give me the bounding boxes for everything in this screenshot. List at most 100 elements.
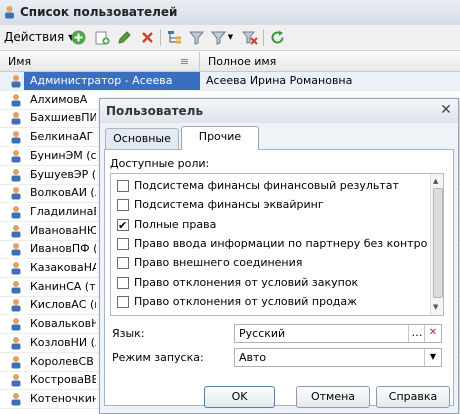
filter-icon (188, 31, 204, 45)
row-name: БахшиевПИ (30, 111, 96, 125)
user-icon (11, 318, 21, 331)
copy-icon (95, 31, 109, 44)
cancel-button[interactable]: Отмена (296, 386, 370, 408)
user-icon (11, 243, 21, 256)
role-label: Право внешнего соединения (134, 256, 303, 270)
role-item[interactable]: ✔ Полные права (117, 215, 427, 234)
clear-filter-button[interactable] (240, 28, 260, 46)
row-name: АлхимовА (30, 92, 88, 106)
row-name: КанинСА (то (30, 279, 96, 293)
toolbar: Действия▼ ▼ (0, 25, 460, 51)
checkmark-icon: ✔ (118, 218, 128, 232)
role-checkbox[interactable] (117, 257, 129, 270)
table-row-selected[interactable]: Администратор - Асеева Асеева Ирина Роман… (0, 72, 460, 91)
delete-x-icon (141, 31, 153, 43)
filter-icon (210, 31, 226, 45)
role-item[interactable]: Право отклонения от условий продаж (117, 292, 427, 311)
clear-icon[interactable]: ✕ (424, 325, 441, 342)
hierarchy-button[interactable] (164, 28, 184, 46)
sort-icon: ≡ (179, 55, 189, 68)
user-icon (11, 262, 21, 275)
row-name: КисловАС (к (30, 298, 96, 312)
user-icon (11, 149, 21, 163)
row-name: КоролевСВ ( (30, 354, 96, 368)
actions-menu-button[interactable]: Действия▼ (4, 28, 74, 46)
refresh-icon (271, 30, 284, 43)
role-label: Подсистема финансы финансовый результат (134, 179, 399, 192)
refresh-button[interactable] (267, 28, 287, 46)
row-name: БушуевЭР (р (30, 167, 96, 181)
role-checkbox[interactable] (117, 276, 129, 289)
user-icon (11, 93, 21, 107)
copy-button[interactable] (92, 28, 112, 46)
chevron-down-icon: ▼ (227, 33, 234, 41)
user-icon (11, 336, 21, 350)
actions-label: Действия (4, 30, 65, 44)
user-icon (11, 392, 21, 406)
role-label: Право отклонения от условий продаж (134, 294, 358, 308)
column-header-label: Полное имя (208, 55, 277, 68)
filter-button[interactable] (186, 28, 206, 46)
role-label: Право ввода информации по партнеру без к… (134, 236, 427, 250)
user-dialog: Пользователь ✕ Основные Прочие Доступные… (99, 98, 459, 414)
user-icon (11, 131, 21, 144)
chevron-down-icon[interactable]: ▼ (424, 349, 441, 366)
role-checkbox[interactable] (117, 315, 129, 316)
user-icon (11, 205, 21, 219)
mode-label: Режим запуска: (112, 351, 204, 364)
pencil-icon (117, 30, 131, 44)
user-icon (11, 299, 21, 312)
scroll-up-icon[interactable]: ▲ (433, 177, 438, 185)
role-label: Право установки цен номенклатуры без сог… (134, 311, 427, 315)
row-name: КозловНИ (л (30, 335, 96, 349)
row-name: ВолковАИ (л (30, 186, 96, 200)
add-icon (71, 30, 85, 44)
role-item[interactable]: Подсистема финансы эквайринг (117, 195, 427, 214)
user-icon (11, 280, 21, 294)
select-ellipsis-button[interactable]: … (408, 325, 425, 342)
role-item[interactable]: Право отклонения от условий закупок (117, 273, 427, 292)
role-label: Право отклонения от условий закупок (134, 275, 359, 289)
user-icon (11, 75, 21, 88)
mode-select[interactable]: Авто ▼ (234, 348, 442, 367)
row-name: ИвановПФ ( (30, 242, 96, 256)
role-item[interactable]: Подсистема финансы финансовый результат (117, 176, 427, 195)
column-header-fullname[interactable]: Полное имя (200, 52, 460, 71)
language-field[interactable]: Русский … ✕ (234, 324, 442, 343)
roles-scrollbar[interactable]: ▲ ▼ (430, 174, 443, 315)
delete-button[interactable] (137, 28, 157, 46)
mode-value: Авто (239, 351, 267, 364)
role-checkbox[interactable] (117, 295, 129, 308)
roles-list: Подсистема финансы финансовый результат П… (110, 173, 444, 316)
row-name: БелкинаАГ ( (30, 130, 96, 144)
row-fullname: Асеева Ирина Романовна (206, 74, 353, 87)
scroll-down-icon[interactable]: ▼ (433, 303, 438, 311)
filter-dropdown-button[interactable]: ▼ (208, 28, 236, 46)
role-item[interactable]: Право установки цен номенклатуры без сог… (117, 311, 427, 316)
role-checkbox[interactable] (117, 237, 129, 250)
role-label: Полные права (134, 217, 217, 231)
add-button[interactable] (68, 28, 88, 46)
toolbar-separator (160, 29, 161, 46)
scroll-thumb[interactable] (433, 188, 443, 298)
users-list-icon (5, 6, 14, 19)
role-checkbox[interactable]: ✔ (117, 218, 129, 232)
row-name: Администратор - Асеева (24, 72, 200, 90)
language-value: Русский (239, 327, 286, 340)
hierarchy-icon (167, 30, 181, 43)
user-icon (11, 168, 21, 181)
dialog-titlebar: Пользователь ✕ (100, 99, 458, 123)
table-header: Имя ≡ Полное имя (0, 52, 460, 72)
ok-button[interactable]: OK (204, 386, 275, 408)
role-item[interactable]: Право внешнего соединения (117, 253, 427, 272)
edit-button[interactable] (114, 28, 134, 46)
role-checkbox[interactable] (117, 199, 129, 212)
help-button[interactable]: Справка (376, 386, 450, 408)
tab-main[interactable]: Основные (105, 128, 179, 149)
row-name: ИвановаНЮ (30, 223, 96, 237)
tab-other[interactable]: Прочие (181, 126, 259, 150)
column-header-name[interactable]: Имя ≡ (0, 52, 200, 71)
role-checkbox[interactable] (117, 180, 129, 192)
close-icon[interactable]: ✕ (438, 102, 454, 118)
role-item[interactable]: Право ввода информации по партнеру без к… (117, 234, 427, 253)
